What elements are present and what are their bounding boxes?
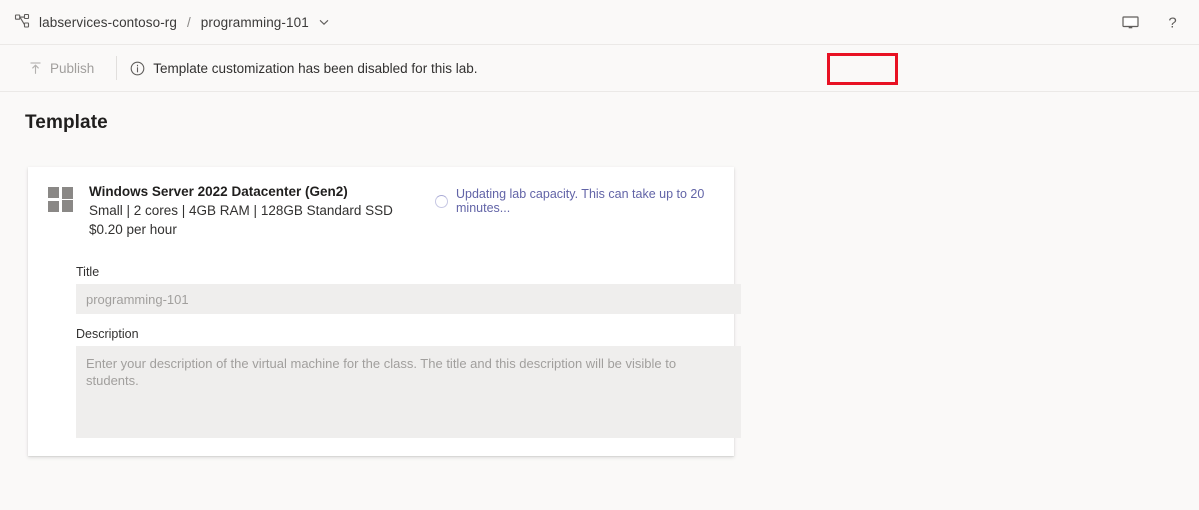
title-field-label: Title bbox=[76, 265, 100, 279]
windows-logo-icon bbox=[48, 187, 74, 213]
vm-info: Windows Server 2022 Datacenter (Gen2) Sm… bbox=[89, 182, 393, 239]
breadcrumb-current-lab[interactable]: programming-101 bbox=[201, 15, 309, 30]
command-bar-divider bbox=[116, 56, 118, 80]
page-content: Template Windows Server 2022 Datacenter … bbox=[0, 92, 1199, 510]
help-icon[interactable]: ? bbox=[1161, 11, 1183, 33]
vm-price: $0.20 per hour bbox=[89, 222, 177, 237]
monitor-icon[interactable] bbox=[1119, 11, 1141, 33]
template-card-header: Windows Server 2022 Datacenter (Gen2) Sm… bbox=[28, 167, 734, 247]
top-breadcrumb-bar: labservices-contoso-rg / programming-101… bbox=[0, 0, 1199, 45]
title-input[interactable] bbox=[76, 284, 741, 314]
capacity-status: Updating lab capacity. This can take up … bbox=[435, 187, 734, 215]
breadcrumb-dropdown-toggle[interactable] bbox=[318, 16, 330, 28]
description-input[interactable] bbox=[76, 346, 741, 438]
topbar-actions: ? bbox=[1119, 11, 1183, 33]
vm-size-spec: Small | 2 cores | 4GB RAM | 128GB Standa… bbox=[89, 203, 393, 218]
help-question-glyph: ? bbox=[1168, 14, 1176, 31]
template-card: Windows Server 2022 Datacenter (Gen2) Sm… bbox=[28, 167, 741, 456]
info-circle-icon bbox=[130, 61, 145, 75]
page-title: Template bbox=[25, 112, 108, 133]
spinner-icon bbox=[435, 194, 448, 208]
customization-disabled-notice: Template customization has been disabled… bbox=[130, 61, 477, 76]
notice-text: Template customization has been disabled… bbox=[153, 60, 478, 76]
chevron-down-icon bbox=[319, 19, 329, 25]
breadcrumb-root-link[interactable]: labservices-contoso-rg bbox=[39, 15, 177, 30]
vm-image-name: Windows Server 2022 Datacenter (Gen2) bbox=[89, 184, 348, 199]
publish-upload-icon bbox=[30, 61, 41, 74]
resource-group-icon bbox=[14, 13, 30, 28]
command-bar: Publish Template customization has been … bbox=[0, 45, 1199, 133]
svg-text:?: ? bbox=[1168, 14, 1176, 31]
breadcrumb-separator: / bbox=[187, 14, 191, 30]
breadcrumb: labservices-contoso-rg / programming-101 bbox=[14, 13, 330, 31]
publish-button-label: Publish bbox=[50, 60, 95, 76]
publish-button[interactable]: Publish bbox=[22, 57, 100, 80]
description-field-label: Description bbox=[76, 327, 139, 341]
capacity-status-text: Updating lab capacity. This can take up … bbox=[456, 187, 705, 215]
monitor-icon-glyph bbox=[1121, 15, 1139, 28]
